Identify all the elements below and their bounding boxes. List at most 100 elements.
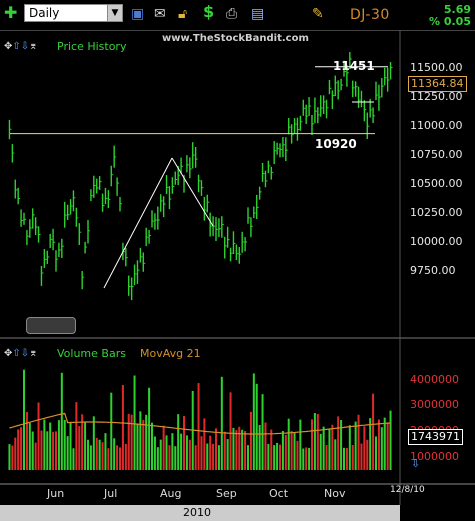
volume-bar xyxy=(360,443,363,470)
volume-bar xyxy=(311,419,313,470)
volume-bar xyxy=(363,426,366,470)
volume-bar xyxy=(116,445,119,470)
volume-bar xyxy=(322,426,325,470)
price-level-label: 11500.00 xyxy=(410,61,463,74)
volume-bar xyxy=(124,443,127,470)
volume-bar xyxy=(270,429,273,470)
volume-bar xyxy=(25,412,28,470)
volume-bar xyxy=(372,393,375,470)
volume-bar xyxy=(101,442,104,470)
volume-bar xyxy=(220,376,223,470)
volume-bar xyxy=(351,444,354,470)
volume-bar xyxy=(354,421,357,470)
volume-bar xyxy=(343,447,345,470)
volume-ma-label: MovAvg 21 xyxy=(140,347,201,360)
volume-bar xyxy=(37,402,40,470)
volume-bar xyxy=(217,445,220,470)
volume-bar xyxy=(133,375,136,470)
volume-bar xyxy=(212,443,215,470)
volume-bar xyxy=(386,422,389,470)
volume-bar xyxy=(23,369,25,470)
volume-bar xyxy=(348,425,351,470)
volume-bar xyxy=(183,416,185,470)
high-annotation: 11451 xyxy=(333,59,375,73)
volume-bar xyxy=(55,431,57,470)
volume-bar xyxy=(206,443,209,470)
volume-bar xyxy=(180,433,183,470)
volume-bar xyxy=(60,372,63,470)
volume-bar xyxy=(119,447,121,470)
volume-bar xyxy=(57,420,60,470)
volume-bar xyxy=(293,432,296,470)
volume-bar xyxy=(290,430,293,470)
year-label: 2010 xyxy=(183,506,211,519)
volume-panel-title: Volume Bars xyxy=(57,347,126,360)
volume-bar xyxy=(69,422,72,470)
volume-bar xyxy=(200,436,203,470)
month-label: Jun xyxy=(47,487,65,500)
volume-bar xyxy=(28,422,31,470)
volume-bar xyxy=(168,445,171,470)
current-volume-label: 1743971 xyxy=(408,429,463,445)
volume-bar xyxy=(17,429,20,470)
volume-bar xyxy=(72,448,75,470)
volume-panel-controls-icon[interactable]: ✥⇧⇩⌆ xyxy=(4,348,38,359)
volume-bar xyxy=(264,422,267,470)
volume-bar xyxy=(383,417,386,470)
month-label: Jul xyxy=(104,487,118,500)
volume-bar xyxy=(203,418,206,470)
price-level-label: 10500.00 xyxy=(410,177,463,190)
support-annotation: 10920 xyxy=(315,137,357,151)
volume-bar xyxy=(185,435,188,470)
volume-bar xyxy=(226,439,229,470)
volume-bars xyxy=(8,369,392,470)
volume-bar xyxy=(20,427,23,470)
volume-bar xyxy=(46,431,49,470)
volume-bar xyxy=(334,439,337,470)
volume-level-label: 3000000 xyxy=(410,398,459,411)
arrow-down-icon[interactable]: ⇩ xyxy=(411,457,420,470)
volume-bar xyxy=(113,438,116,470)
date-label: 12/8/10 xyxy=(390,485,425,495)
volume-bar xyxy=(377,419,380,470)
price-level-label: 11000.00 xyxy=(410,119,463,132)
volume-bar xyxy=(375,436,377,470)
volume-bar xyxy=(389,410,392,470)
volume-bar xyxy=(366,439,369,470)
volume-bar xyxy=(40,430,43,470)
volume-bar xyxy=(153,436,156,470)
month-label: Nov xyxy=(324,487,346,500)
volume-bar xyxy=(380,427,383,470)
volume-bar xyxy=(194,445,197,470)
volume-bar xyxy=(252,373,255,470)
volume-bar xyxy=(287,418,290,470)
volume-bar xyxy=(84,421,87,470)
volume-bar xyxy=(337,416,340,470)
volume-bar xyxy=(325,445,328,470)
volume-bar xyxy=(34,442,37,470)
volume-bar xyxy=(151,422,153,470)
volume-bar xyxy=(92,416,95,470)
month-label: Oct xyxy=(269,487,289,500)
volume-bar xyxy=(87,439,89,470)
month-label: Sep xyxy=(216,487,237,500)
price-level-label: 10000.00 xyxy=(410,235,463,248)
volume-bar xyxy=(89,445,92,470)
volume-bar xyxy=(345,447,348,470)
volume-bar xyxy=(247,445,249,470)
volume-bar xyxy=(267,443,270,470)
volume-bar xyxy=(261,394,264,470)
volume-level-label: 4000000 xyxy=(410,373,459,386)
volume-bar xyxy=(174,446,177,470)
volume-bar xyxy=(162,425,165,470)
volume-bar xyxy=(142,419,145,470)
chart-scrollbar[interactable] xyxy=(26,317,76,334)
volume-bar xyxy=(232,427,235,470)
volume-bar xyxy=(165,435,168,470)
volume-bar xyxy=(305,447,308,470)
volume-bar xyxy=(145,414,148,470)
volume-bar xyxy=(215,428,217,470)
volume-bar xyxy=(276,442,279,470)
price-level-label: 9750.00 xyxy=(410,264,456,277)
volume-bar xyxy=(188,439,191,470)
